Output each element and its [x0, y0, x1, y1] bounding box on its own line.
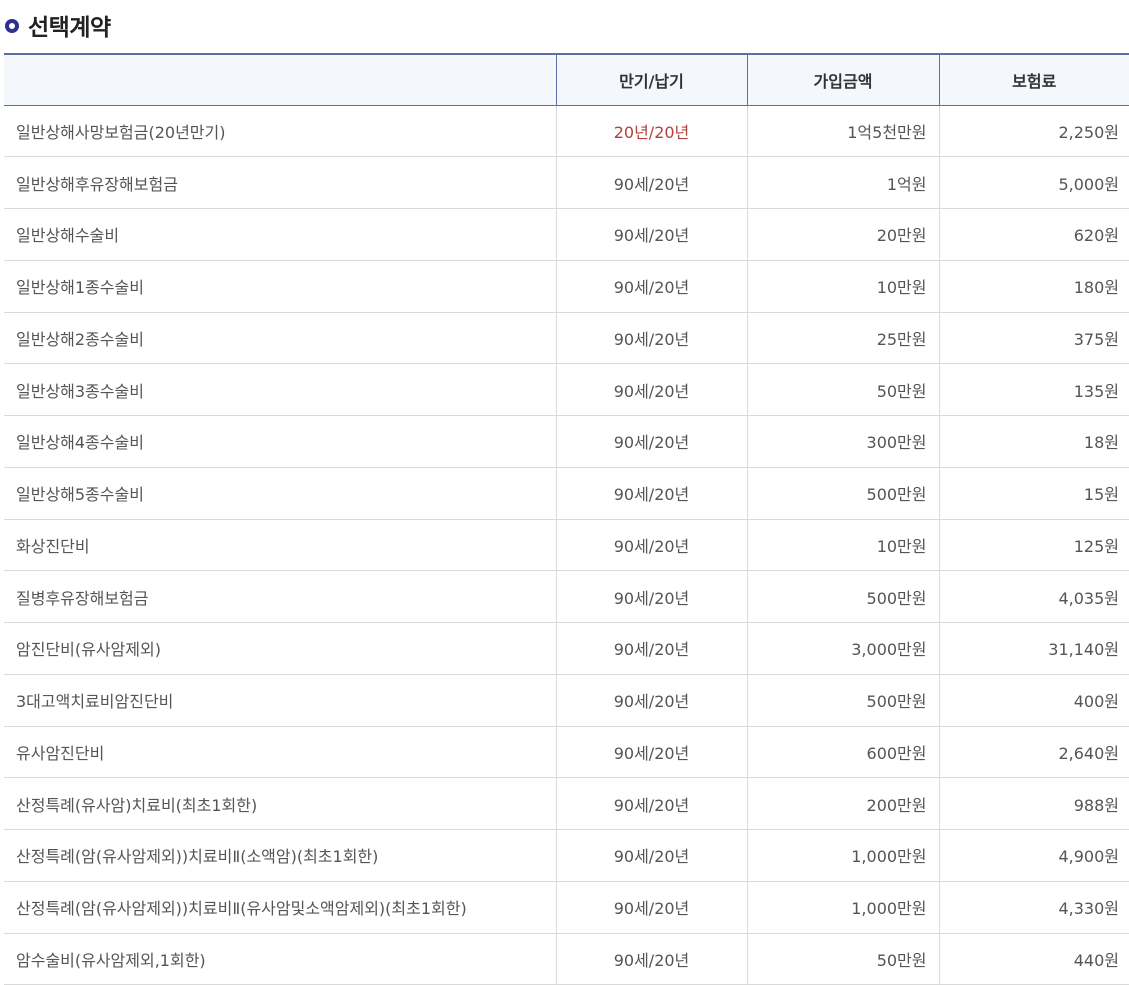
coverage-name-cell: 일반상해3종수술비 [4, 363, 556, 416]
coverage-name-cell: 일반상해2종수술비 [4, 312, 556, 365]
period-cell: 90세/20년 [555, 726, 747, 779]
table-row: 일반상해수술비 90세/20년 20만원 620원 [4, 208, 1129, 261]
premium-cell: 620원 [938, 208, 1129, 261]
table-row: 질병후유장해보험금 90세/20년 500만원 4,035원 [4, 570, 1129, 623]
table-row: 암수술비(유사암제외,1회한) 90세/20년 50만원 440원 [4, 933, 1129, 985]
period-cell: 90세/20년 [555, 570, 747, 623]
table-row: 일반상해1종수술비 90세/20년 10만원 180원 [4, 260, 1129, 313]
premium-cell: 2,640원 [938, 726, 1129, 779]
table-row: 일반상해5종수술비 90세/20년 500만원 15원 [4, 467, 1129, 520]
table-row: 암진단비(유사암제외) 90세/20년 3,000만원 31,140원 [4, 622, 1129, 675]
period-cell: 90세/20년 [555, 933, 747, 985]
header-premium: 보험료 [938, 53, 1129, 106]
premium-cell: 180원 [938, 260, 1129, 313]
amount-cell: 300만원 [746, 415, 939, 468]
coverage-name-cell: 3대고액치료비암진단비 [4, 674, 556, 727]
table-row: 일반상해2종수술비 90세/20년 25만원 375원 [4, 312, 1129, 365]
table-row: 산정특례(암(유사암제외))치료비Ⅱ(소액암)(최초1회한) 90세/20년 1,0… [4, 829, 1129, 882]
premium-cell: 125원 [938, 519, 1129, 572]
table-row: 일반상해3종수술비 90세/20년 50만원 135원 [4, 363, 1129, 416]
coverage-name-cell: 질병후유장해보험금 [4, 570, 556, 623]
coverage-name-cell: 일반상해4종수술비 [4, 415, 556, 468]
coverage-name-cell: 일반상해수술비 [4, 208, 556, 261]
period-cell: 20년/20년 [555, 105, 747, 158]
premium-cell: 400원 [938, 674, 1129, 727]
coverage-name-cell: 일반상해5종수술비 [4, 467, 556, 520]
premium-cell: 18원 [938, 415, 1129, 468]
amount-cell: 10만원 [746, 519, 939, 572]
coverage-name-cell: 일반상해사망보험금(20년만기) [4, 105, 556, 158]
header-period: 만기/납기 [555, 53, 747, 106]
amount-cell: 600만원 [746, 726, 939, 779]
period-cell: 90세/20년 [555, 363, 747, 416]
header-name [4, 53, 556, 106]
amount-cell: 50만원 [746, 933, 939, 985]
coverage-name-cell: 산정특례(유사암)치료비(최초1회한) [4, 777, 556, 830]
coverage-name-cell: 화상진단비 [4, 519, 556, 572]
table-row: 3대고액치료비암진단비 90세/20년 500만원 400원 [4, 674, 1129, 727]
premium-cell: 4,900원 [938, 829, 1129, 882]
premium-cell: 15원 [938, 467, 1129, 520]
coverage-name-cell: 일반상해후유장해보험금 [4, 156, 556, 209]
period-cell: 90세/20년 [555, 829, 747, 882]
table-row: 일반상해사망보험금(20년만기) 20년/20년 1억5천만원 2,250원 [4, 105, 1129, 158]
table-row: 유사암진단비 90세/20년 600만원 2,640원 [4, 726, 1129, 779]
period-cell: 90세/20년 [555, 260, 747, 313]
coverage-name-cell: 유사암진단비 [4, 726, 556, 779]
table-row: 일반상해4종수술비 90세/20년 300만원 18원 [4, 415, 1129, 468]
contract-table: 만기/납기 가입금액 보험료 일반상해사망보험금(20년만기) 20년/20년 1억… [4, 53, 1129, 985]
coverage-name-cell: 암진단비(유사암제외) [4, 622, 556, 675]
table-body: 일반상해사망보험금(20년만기) 20년/20년 1억5천만원 2,250원 일반상해후… [4, 105, 1129, 985]
section-header: 선택계약 [0, 0, 1129, 50]
amount-cell: 1억원 [746, 156, 939, 209]
period-cell: 90세/20년 [555, 467, 747, 520]
amount-cell: 1,000만원 [746, 881, 939, 934]
circle-bullet-icon [5, 19, 19, 33]
amount-cell: 3,000만원 [746, 622, 939, 675]
table-row: 산정특례(유사암)치료비(최초1회한) 90세/20년 200만원 988원 [4, 777, 1129, 830]
premium-cell: 135원 [938, 363, 1129, 416]
premium-cell: 31,140원 [938, 622, 1129, 675]
period-cell: 90세/20년 [555, 777, 747, 830]
period-cell: 90세/20년 [555, 622, 747, 675]
amount-cell: 10만원 [746, 260, 939, 313]
amount-cell: 500만원 [746, 467, 939, 520]
coverage-name-cell: 산정특례(암(유사암제외))치료비Ⅱ(소액암)(최초1회한) [4, 829, 556, 882]
table-row: 일반상해후유장해보험금 90세/20년 1억원 5,000원 [4, 156, 1129, 209]
premium-cell: 2,250원 [938, 105, 1129, 158]
header-amount: 가입금액 [746, 53, 939, 106]
period-cell: 90세/20년 [555, 208, 747, 261]
period-cell: 90세/20년 [555, 312, 747, 365]
coverage-name-cell: 일반상해1종수술비 [4, 260, 556, 313]
coverage-name-cell: 산정특례(암(유사암제외))치료비Ⅱ(유사암및소액암제외)(최초1회한) [4, 881, 556, 934]
period-cell: 90세/20년 [555, 156, 747, 209]
amount-cell: 1,000만원 [746, 829, 939, 882]
premium-cell: 5,000원 [938, 156, 1129, 209]
premium-cell: 375원 [938, 312, 1129, 365]
amount-cell: 500만원 [746, 570, 939, 623]
table-header-row: 만기/납기 가입금액 보험료 [4, 53, 1129, 106]
section-title: 선택계약 [28, 15, 111, 41]
premium-cell: 440원 [938, 933, 1129, 985]
table-row: 화상진단비 90세/20년 10만원 125원 [4, 519, 1129, 572]
amount-cell: 200만원 [746, 777, 939, 830]
period-cell: 90세/20년 [555, 881, 747, 934]
amount-cell: 1억5천만원 [746, 105, 939, 158]
premium-cell: 4,035원 [938, 570, 1129, 623]
premium-cell: 4,330원 [938, 881, 1129, 934]
period-cell: 90세/20년 [555, 519, 747, 572]
table-row: 산정특례(암(유사암제외))치료비Ⅱ(유사암및소액암제외)(최초1회한) 90세/… [4, 881, 1129, 934]
premium-cell: 988원 [938, 777, 1129, 830]
amount-cell: 500만원 [746, 674, 939, 727]
amount-cell: 50만원 [746, 363, 939, 416]
period-cell: 90세/20년 [555, 415, 747, 468]
period-cell: 90세/20년 [555, 674, 747, 727]
amount-cell: 20만원 [746, 208, 939, 261]
coverage-name-cell: 암수술비(유사암제외,1회한) [4, 933, 556, 985]
amount-cell: 25만원 [746, 312, 939, 365]
